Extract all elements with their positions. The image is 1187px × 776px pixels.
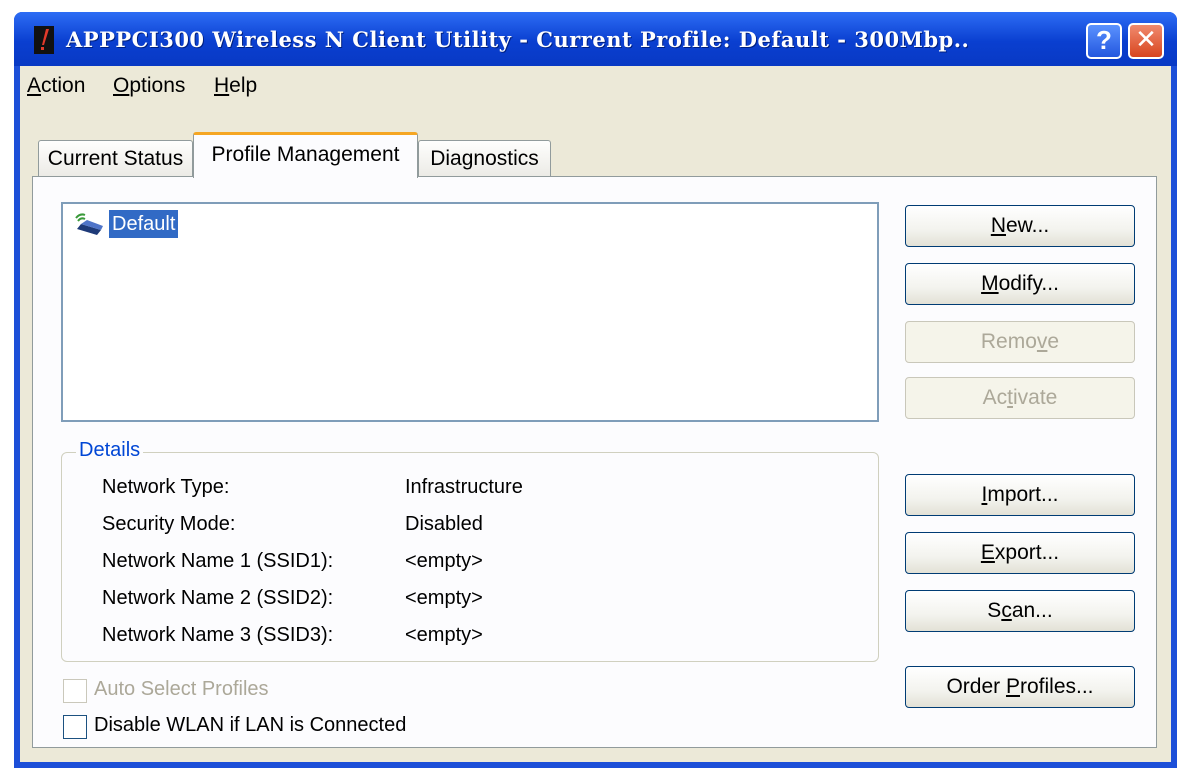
order-profiles-button[interactable]: Order Profiles...: [905, 666, 1135, 708]
menu-options[interactable]: Options: [113, 74, 185, 98]
detail-label-ssid1: Network Name 1 (SSID1):: [102, 550, 334, 572]
menu-help[interactable]: Help: [214, 74, 257, 98]
detail-label-ssid3: Network Name 3 (SSID3):: [102, 624, 334, 646]
detail-label-security-mode: Security Mode:: [102, 513, 236, 535]
modify-button[interactable]: Modify...: [905, 263, 1135, 305]
profile-name: Default: [109, 210, 179, 238]
title-bar[interactable]: APPPCI300 Wireless N Client Utility - Cu…: [14, 12, 1177, 66]
menu-bar: Action Options Help: [20, 66, 1171, 106]
details-legend: Details: [76, 439, 144, 462]
wireless-laptop-icon: [75, 213, 103, 235]
client-area: Action Options Help Current Status Profi…: [20, 66, 1171, 762]
detail-value-ssid3: <empty>: [405, 624, 483, 646]
new-button[interactable]: New...: [905, 205, 1135, 247]
menu-action[interactable]: Action: [27, 74, 85, 98]
window-title: APPPCI300 Wireless N Client Utility - Cu…: [66, 27, 970, 52]
export-button[interactable]: Export...: [905, 532, 1135, 574]
detail-value-network-type: Infrastructure: [405, 476, 523, 498]
close-button[interactable]: ✕: [1128, 23, 1164, 59]
detail-value-security-mode: Disabled: [405, 513, 483, 535]
auto-select-checkbox-box[interactable]: [63, 679, 87, 703]
details-group: Details Network Type: Infrastructure Sec…: [61, 439, 879, 662]
activate-button[interactable]: Activate: [905, 377, 1135, 419]
scan-button[interactable]: Scan...: [905, 590, 1135, 632]
help-icon: ?: [1096, 25, 1112, 55]
disable-wlan-label: Disable WLAN if LAN is Connected: [94, 714, 407, 736]
help-button[interactable]: ?: [1086, 23, 1122, 59]
tab-diagnostics[interactable]: Diagnostics: [418, 140, 551, 176]
disable-wlan-checkbox-box[interactable]: [63, 715, 87, 739]
remove-button[interactable]: Remove: [905, 321, 1135, 363]
import-button[interactable]: Import...: [905, 474, 1135, 516]
detail-label-ssid2: Network Name 2 (SSID2):: [102, 587, 334, 609]
detail-value-ssid2: <empty>: [405, 587, 483, 609]
app-logo-icon: [34, 26, 54, 54]
tab-current-status[interactable]: Current Status: [38, 140, 193, 176]
detail-label-network-type: Network Type:: [102, 476, 230, 498]
tab-profile-management[interactable]: Profile Management: [193, 132, 418, 178]
detail-value-ssid1: <empty>: [405, 550, 483, 572]
app-window: APPPCI300 Wireless N Client Utility - Cu…: [14, 12, 1177, 768]
close-icon: ✕: [1135, 25, 1157, 55]
profile-management-panel: Default New... Modify... Remove Activate…: [32, 176, 1157, 748]
profile-list[interactable]: Default: [61, 202, 879, 422]
auto-select-label: Auto Select Profiles: [94, 678, 269, 700]
